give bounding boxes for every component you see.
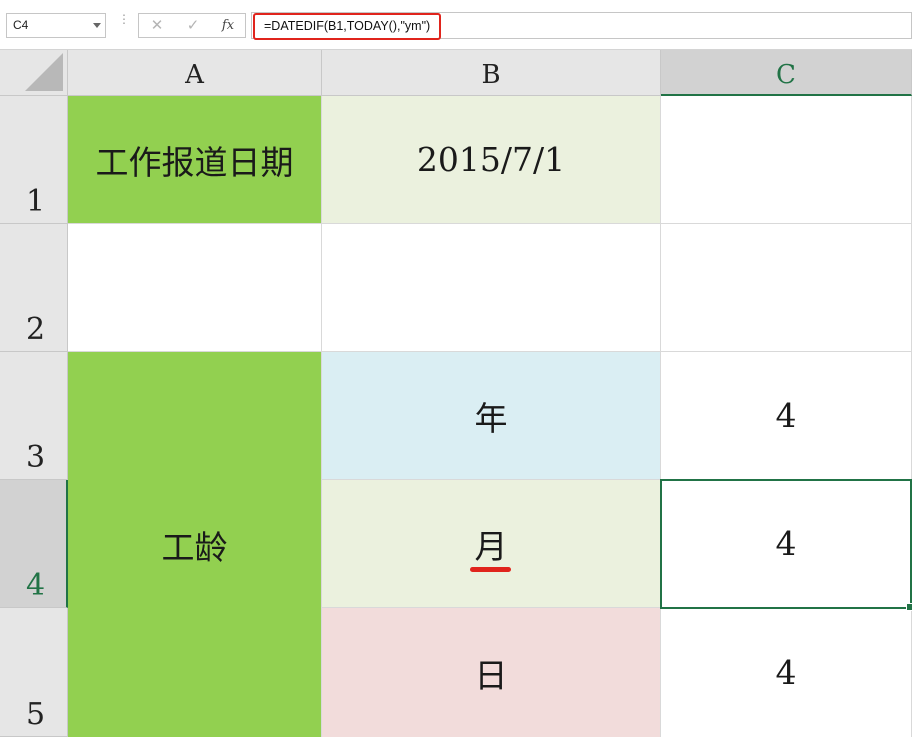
formula-input[interactable]: =DATEDIF(B1,TODAY(),"ym")	[251, 12, 912, 40]
cell-b5[interactable]: 日	[322, 608, 661, 737]
cell-c1[interactable]	[661, 96, 912, 224]
cell-a2[interactable]	[68, 224, 322, 352]
cell-a1[interactable]: 工作报道日期	[68, 96, 322, 224]
name-box-value: C4	[13, 18, 29, 32]
row-header-5[interactable]: 5	[0, 608, 68, 737]
insert-function-icon[interactable]: fx	[213, 14, 243, 37]
row-number: 1	[26, 184, 46, 219]
column-header-b[interactable]: B	[322, 50, 661, 96]
cell-c2[interactable]	[661, 224, 912, 352]
cell-c3[interactable]: 4	[661, 352, 912, 480]
spreadsheet-grid: A B C 1 2 3 4 5 工作报道日期 2015/7/1 工龄 年 4 月…	[0, 50, 912, 737]
drag-grip-icon[interactable]: ⋮	[118, 13, 130, 34]
name-box[interactable]: C4	[6, 13, 106, 38]
column-header-a[interactable]: A	[68, 50, 322, 96]
row-header-3[interactable]: 3	[0, 352, 68, 480]
chevron-down-icon[interactable]	[93, 23, 101, 28]
formula-buttons: ✕ ✓ fx	[138, 13, 246, 38]
row-header-1[interactable]: 1	[0, 96, 68, 224]
cell-a3-a5-merged[interactable]: 工龄	[68, 352, 322, 737]
row-number: 4	[26, 568, 46, 603]
fill-handle[interactable]	[906, 603, 912, 611]
row-header-4[interactable]: 4	[0, 480, 68, 608]
enter-icon[interactable]: ✓	[178, 14, 208, 37]
annotation-underline	[470, 567, 511, 572]
cell-b4[interactable]: 月	[322, 480, 661, 608]
select-all-triangle-icon	[25, 53, 63, 91]
row-number: 5	[26, 697, 46, 732]
column-header-c[interactable]: C	[661, 50, 912, 96]
cell-c5[interactable]: 4	[661, 608, 912, 737]
cell-b3[interactable]: 年	[322, 352, 661, 480]
cell-b1[interactable]: 2015/7/1	[322, 96, 661, 224]
cell-b2[interactable]	[322, 224, 661, 352]
row-header-2[interactable]: 2	[0, 224, 68, 352]
cancel-icon[interactable]: ✕	[142, 14, 172, 37]
formula-bar: C4 ⋮ ✕ ✓ fx =DATEDIF(B1,TODAY(),"ym")	[0, 0, 912, 50]
cell-c4[interactable]: 4	[661, 480, 912, 608]
select-all-button[interactable]	[0, 50, 68, 96]
formula-text: =DATEDIF(B1,TODAY(),"ym")	[253, 13, 442, 40]
row-number: 2	[26, 312, 46, 347]
row-number: 3	[26, 440, 46, 475]
